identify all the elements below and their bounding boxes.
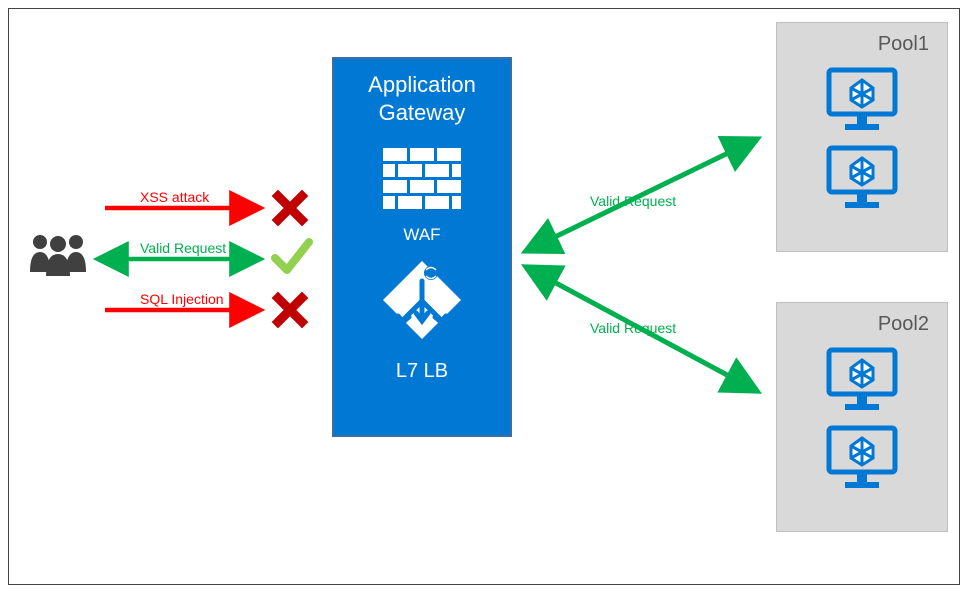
firewall-icon xyxy=(334,148,510,215)
pool2-title: Pool2 xyxy=(777,303,947,336)
label-valid-left: Valid Request xyxy=(140,240,226,256)
pool1-vm2 xyxy=(777,144,947,212)
load-balancer-icon xyxy=(334,259,510,346)
gateway-title: Application Gateway xyxy=(334,59,510,126)
vm-monitor-icon xyxy=(823,144,901,212)
pool1-box: Pool1 xyxy=(776,22,948,252)
pool2-box: Pool2 xyxy=(776,302,948,532)
label-xss: XSS attack xyxy=(140,189,209,205)
gateway-title-line2: Gateway xyxy=(334,99,510,127)
label-sql: SQL Injection xyxy=(140,291,224,307)
label-valid-top: Valid Request xyxy=(590,193,676,209)
vm-monitor-icon xyxy=(823,66,901,134)
pool1-title: Pool1 xyxy=(777,23,947,56)
vm-monitor-icon xyxy=(823,346,901,414)
vm-monitor-icon xyxy=(823,424,901,492)
pool1-vm1 xyxy=(777,66,947,134)
pool2-vm1 xyxy=(777,346,947,414)
waf-label: WAF xyxy=(334,225,510,245)
label-valid-bottom: Valid Request xyxy=(590,320,676,336)
application-gateway-box: Application Gateway WAF xyxy=(332,57,512,437)
l7-lb-label: L7 LB xyxy=(334,360,510,383)
pool2-vm2 xyxy=(777,424,947,492)
gateway-title-line1: Application xyxy=(334,71,510,99)
